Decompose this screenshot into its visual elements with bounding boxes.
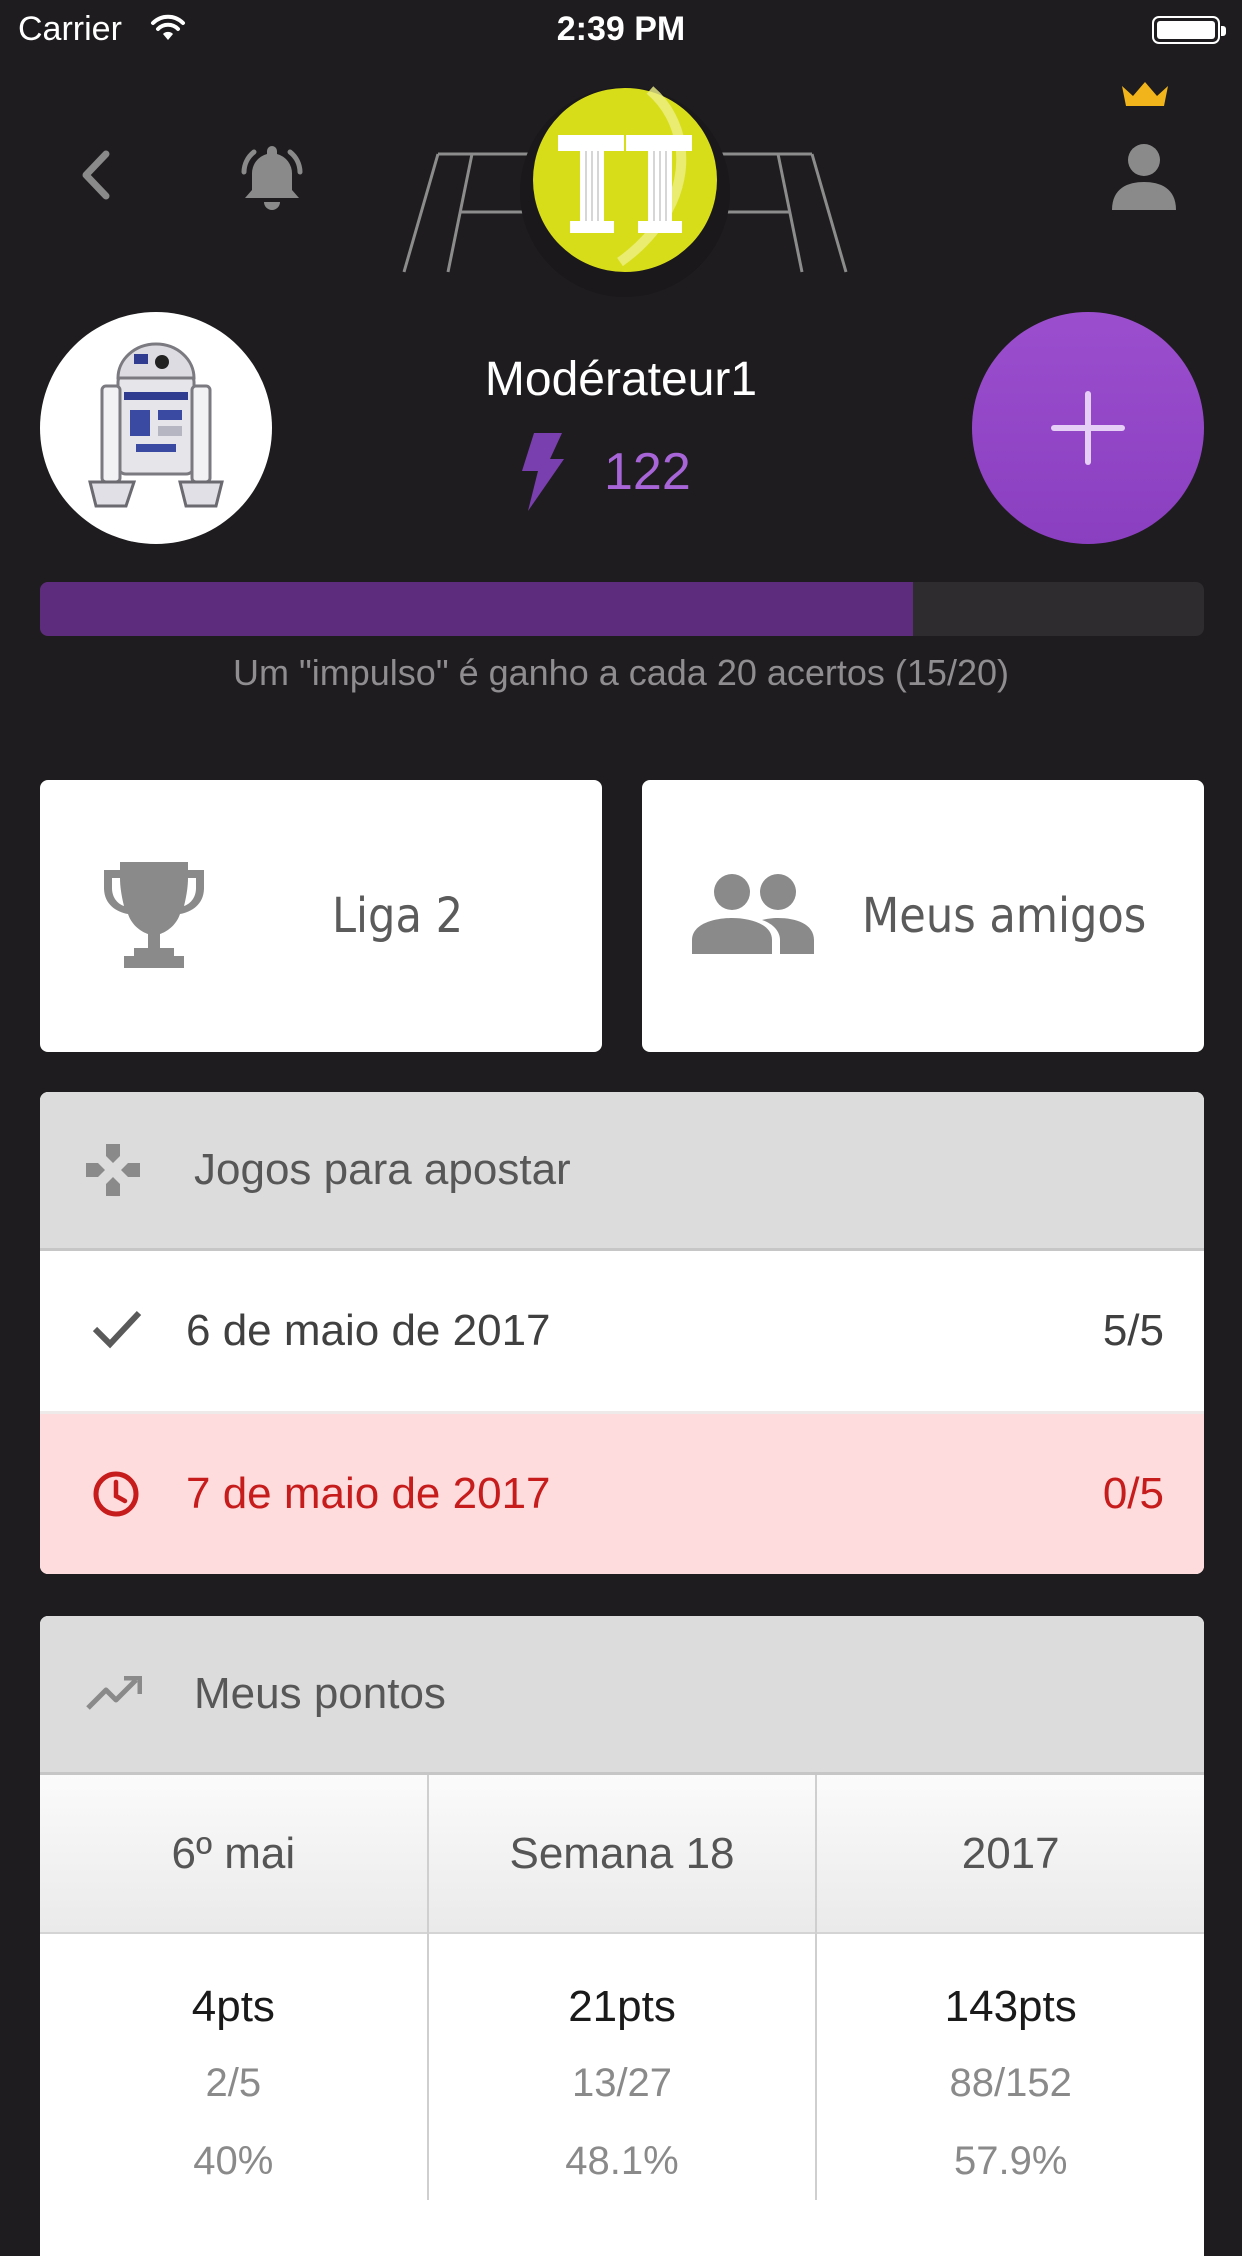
column-ratio: 88/152 [949, 2061, 1072, 2105]
status-bar: Carrier 2:39 PM [0, 0, 1242, 60]
column-header: 6º mai [40, 1775, 427, 1934]
column-points: 21pts [568, 1982, 676, 2031]
check-icon [92, 1310, 142, 1349]
trending-up-icon [86, 1676, 142, 1710]
points-title: Meus pontos [194, 1669, 446, 1718]
points-column-day[interactable]: 6º mai 4pts 2/5 40% [40, 1775, 429, 2200]
points-column-year[interactable]: 2017 143pts 88/152 57.9% [817, 1775, 1204, 2200]
gamepad-icon [86, 1144, 140, 1196]
battery-icon [1152, 16, 1226, 44]
games-card: Jogos para apostar 6 de maio de 2017 5/5… [40, 1092, 1204, 1574]
column-ratio: 13/27 [571, 2061, 673, 2105]
points-card-header: Meus pontos [40, 1616, 1204, 1775]
column-header: Semana 18 [428, 1775, 816, 1934]
game-date: 6 de maio de 2017 [186, 1306, 551, 1355]
column-percent: 40% [193, 2139, 274, 2183]
games-title: Jogos para apostar [194, 1145, 571, 1194]
column-points: 143pts [944, 1982, 1077, 2031]
app-logo[interactable] [500, 80, 750, 300]
trophy-icon [104, 862, 204, 968]
group-icon [692, 874, 814, 954]
avatar[interactable] [40, 312, 272, 544]
back-button[interactable] [70, 140, 130, 210]
column-percent: 57.9% [953, 2139, 1068, 2183]
crown-icon [1122, 82, 1168, 106]
add-button[interactable] [972, 312, 1204, 544]
bell-icon[interactable] [232, 138, 312, 218]
column-header: 2017 [817, 1775, 1204, 1934]
column-percent: 48.1% [565, 2139, 679, 2183]
clock-icon [93, 1471, 139, 1517]
games-card-header: Jogos para apostar [40, 1092, 1204, 1251]
plus-icon [1051, 391, 1125, 465]
robot-avatar-image [88, 342, 224, 508]
league-label: Liga 2 [332, 888, 464, 944]
game-date: 7 de maio de 2017 [186, 1469, 551, 1518]
lightning-icon [522, 433, 564, 511]
boost-count: 122 [604, 443, 691, 501]
game-score: 0/5 [1102, 1469, 1164, 1518]
profile-button[interactable] [1110, 140, 1178, 212]
game-day-row[interactable]: 6 de maio de 2017 5/5 [40, 1251, 1204, 1414]
column-ratio: 2/5 [205, 2061, 262, 2105]
game-day-row[interactable]: 7 de maio de 2017 0/5 [40, 1414, 1204, 1574]
boost-counter: 122 [520, 432, 691, 512]
column-points: 4pts [191, 1982, 275, 2031]
progress-caption: Um "impulso" é ganho a cada 20 acertos (… [233, 652, 1009, 693]
game-score: 5/5 [1102, 1306, 1164, 1355]
boost-progress-bar [40, 582, 1204, 636]
friends-tile[interactable]: Meus amigos [642, 780, 1204, 1052]
friends-label: Meus amigos [862, 888, 1147, 944]
points-table: 6º mai 4pts 2/5 40% Semana 18 21pts 13/2… [40, 1775, 1204, 2200]
points-column-week[interactable]: Semana 18 21pts 13/27 48.1% [428, 1775, 818, 2200]
league-tile[interactable]: Liga 2 [40, 780, 602, 1052]
points-card: Meus pontos 6º mai 4pts 2/5 40% Semana 1… [40, 1616, 1204, 2256]
progress-fill [40, 582, 913, 636]
status-time: 2:39 PM [556, 10, 686, 48]
